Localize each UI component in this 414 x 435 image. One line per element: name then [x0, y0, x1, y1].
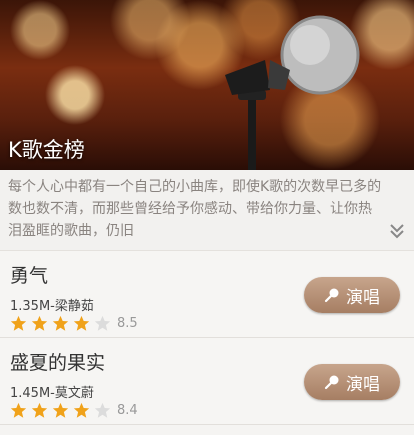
song-item[interactable]: 勇气 1.35M-梁静茹 8.5 演唱: [0, 251, 414, 338]
rating-stars: 8.4: [10, 402, 138, 419]
star-filled-icon: [73, 402, 90, 418]
song-meta: 1.45M-莫文蔚: [10, 386, 94, 401]
star-filled-icon: [31, 315, 48, 331]
sing-button[interactable]: 演唱: [304, 277, 400, 313]
song-name: 勇气: [10, 265, 49, 287]
rating-stars: 8.5: [10, 315, 138, 332]
star-filled-icon: [31, 402, 48, 418]
sing-button[interactable]: 演唱: [304, 364, 400, 400]
star-filled-icon: [10, 402, 27, 418]
song-item[interactable]: 盛夏的果实 1.45M-莫文蔚 8.4 演唱: [0, 338, 414, 425]
microphone-icon: [324, 288, 339, 303]
rating-score: 8.4: [117, 403, 138, 418]
description: 每个人心中都有一个自己的小曲库，即使K歌的次数早已多的数也数不清，而那些曾经给予…: [0, 170, 414, 251]
hero-banner: K歌金榜: [0, 0, 414, 170]
song-meta: 1.35M-梁静茹: [10, 299, 94, 314]
star-filled-icon: [73, 315, 90, 331]
microphone-icon: [324, 375, 339, 390]
description-text: 每个人心中都有一个自己的小曲库，即使K歌的次数早已多的数也数不清，而那些曾经给予…: [8, 179, 382, 239]
star-filled-icon: [52, 402, 69, 418]
star-filled-icon: [10, 315, 27, 331]
sing-button-label: 演唱: [346, 287, 380, 308]
star-filled-icon: [52, 315, 69, 331]
star-empty-icon: [94, 402, 111, 418]
sing-button-label: 演唱: [346, 374, 380, 395]
expand-chevron-icon[interactable]: [388, 222, 406, 240]
star-empty-icon: [94, 315, 111, 331]
song-name: 盛夏的果实: [10, 352, 106, 374]
rating-score: 8.5: [117, 316, 138, 331]
hero-title: K歌金榜: [8, 138, 85, 162]
